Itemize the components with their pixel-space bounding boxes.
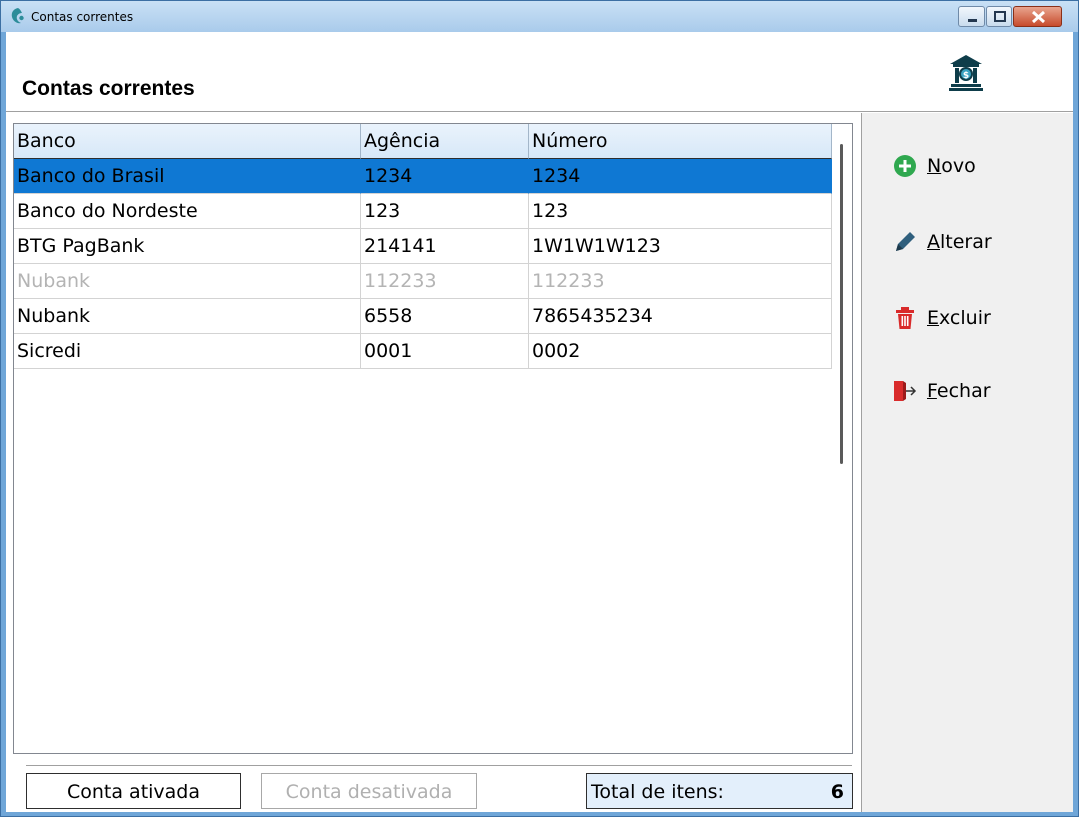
trash-icon	[896, 307, 914, 329]
divider	[26, 765, 852, 766]
window-title: Contas correntes	[31, 10, 134, 24]
cell-agencia: 214141	[361, 229, 529, 264]
title-bar[interactable]: Contas correntes	[1, 1, 1078, 32]
svg-text:$: $	[963, 71, 969, 81]
alterar-label: Alterar	[927, 231, 992, 253]
cell-banco: BTG PagBank	[14, 229, 361, 264]
column-header-agencia[interactable]: Agência	[361, 124, 529, 159]
close-icon	[1031, 10, 1046, 24]
exit-door-icon	[894, 381, 917, 401]
novo-label: Novo	[927, 155, 976, 177]
excluir-button[interactable]: Excluir	[892, 300, 1052, 336]
column-header-banco[interactable]: Banco	[14, 124, 361, 159]
maximize-button[interactable]	[986, 6, 1012, 27]
list-panel: Banco Agência Número Banco do Brasil 123…	[6, 113, 861, 812]
actions-panel: Novo Alterar Excluir Fechar	[861, 113, 1073, 812]
close-button[interactable]	[1013, 6, 1062, 27]
window: Contas correntes Contas correntes $ Banc…	[0, 0, 1079, 817]
table-row[interactable]: BTG PagBank 214141 1W1W1W123	[14, 229, 832, 264]
table-row[interactable]: Banco do Brasil 1234 1234	[14, 159, 832, 194]
app-icon	[11, 8, 24, 24]
cell-banco: Nubank	[14, 299, 361, 334]
total-items-label: Total de itens:	[591, 781, 724, 803]
header: Contas correntes $	[6, 32, 1073, 112]
total-items-value: 6	[830, 781, 844, 803]
cell-agencia: 123	[361, 194, 529, 229]
fechar-button[interactable]: Fechar	[892, 373, 1052, 409]
maximize-icon	[994, 11, 1006, 22]
cell-numero: 112233	[529, 264, 832, 299]
cell-numero: 0002	[529, 334, 832, 369]
cell-numero: 1W1W1W123	[529, 229, 832, 264]
active-account-legend[interactable]: Conta ativada	[26, 773, 241, 809]
alterar-button[interactable]: Alterar	[892, 224, 1052, 260]
inactive-account-legend[interactable]: Conta desativada	[261, 773, 477, 809]
accounts-table[interactable]: Banco Agência Número Banco do Brasil 123…	[13, 123, 853, 754]
cell-banco: Banco do Nordeste	[14, 194, 361, 229]
cell-agencia: 112233	[361, 264, 529, 299]
cell-numero: 7865435234	[529, 299, 832, 334]
minimize-button[interactable]	[958, 6, 985, 27]
page-title: Contas correntes	[22, 77, 195, 100]
table-row[interactable]: Sicredi 0001 0002	[14, 334, 832, 369]
column-header-numero[interactable]: Número	[529, 124, 832, 159]
cell-agencia: 0001	[361, 334, 529, 369]
cell-banco: Nubank	[14, 264, 361, 299]
plus-circle-icon	[894, 155, 916, 177]
novo-button[interactable]: Novo	[892, 148, 1052, 184]
table-row[interactable]: Nubank 112233 112233	[14, 264, 832, 299]
cell-banco: Sicredi	[14, 334, 361, 369]
bank-icon: $	[949, 55, 983, 91]
client-area: Contas correntes $ Banco Agência Número	[6, 32, 1073, 812]
cell-numero: 123	[529, 194, 832, 229]
vertical-scrollbar[interactable]	[840, 144, 843, 464]
total-items: Total de itens: 6	[586, 773, 853, 809]
cell-numero: 1234	[529, 159, 832, 194]
cell-agencia: 6558	[361, 299, 529, 334]
table-row[interactable]: Banco do Nordeste 123 123	[14, 194, 832, 229]
pencil-icon	[896, 232, 915, 251]
minimize-icon	[968, 19, 977, 22]
fechar-label: Fechar	[927, 380, 991, 402]
table-header: Banco Agência Número	[14, 124, 832, 159]
cell-banco: Banco do Brasil	[14, 159, 361, 194]
table-row[interactable]: Nubank 6558 7865435234	[14, 299, 832, 334]
excluir-label: Excluir	[927, 307, 991, 329]
cell-agencia: 1234	[361, 159, 529, 194]
